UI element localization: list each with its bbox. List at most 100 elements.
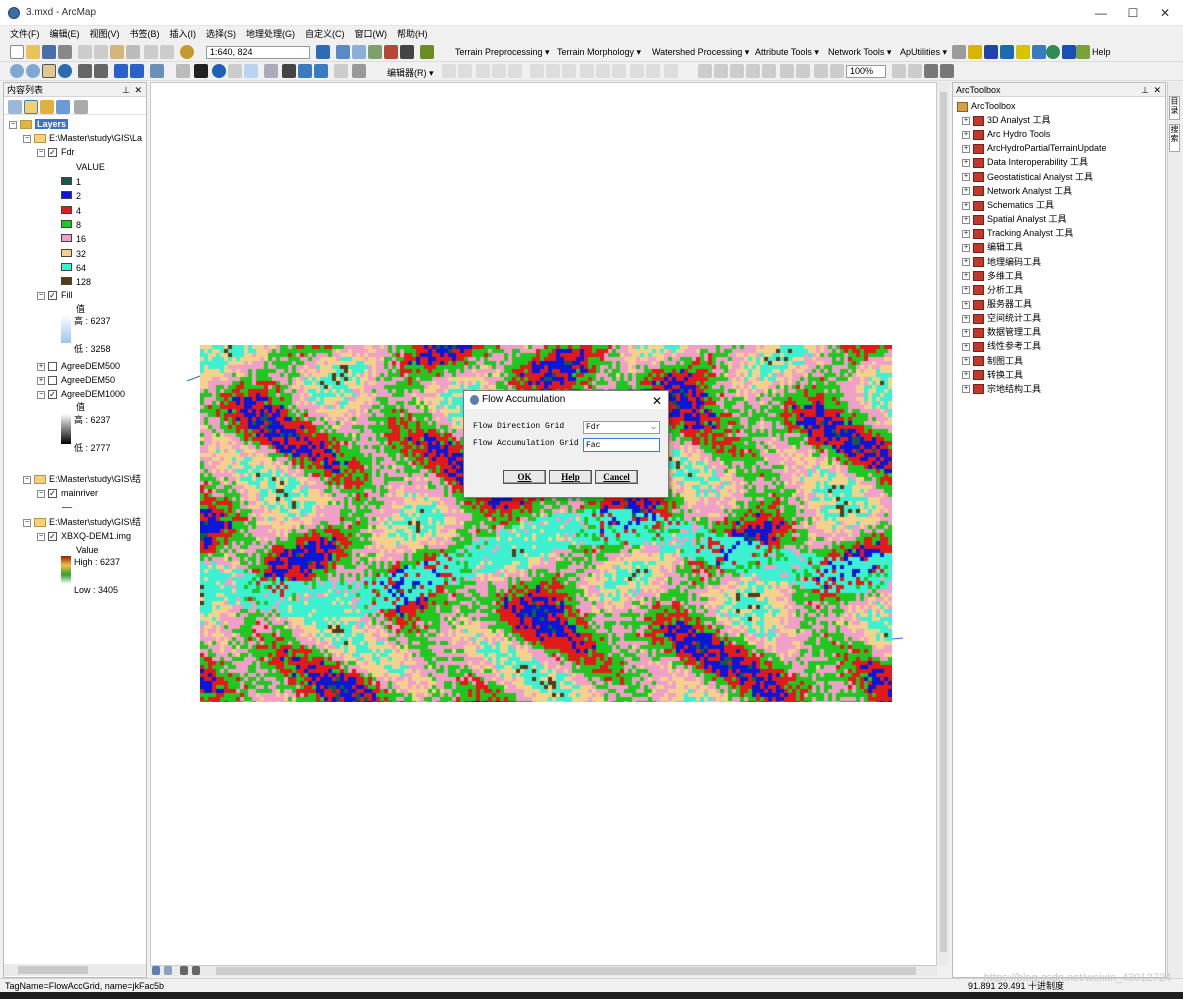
legend-swatch[interactable] [61, 277, 72, 286]
cut-icon[interactable] [78, 45, 92, 59]
menu-view[interactable]: 视图(V) [85, 26, 125, 42]
menu-customize[interactable]: 自定义(C) [300, 26, 350, 42]
expand-icon[interactable]: + [962, 144, 970, 153]
zoom-100-icon[interactable] [762, 64, 776, 78]
layer-visibility-checkbox[interactable]: ✓ [48, 489, 57, 499]
fixed-zoom-in-layout-icon[interactable] [780, 64, 794, 78]
toolbox-item[interactable]: + 宗地结构工具 [962, 383, 1041, 395]
pin-icon[interactable]: ⊥ [122, 83, 130, 97]
cut-polygons-icon[interactable] [562, 64, 576, 78]
zoom-whole-page-icon[interactable] [746, 64, 760, 78]
pencil-icon[interactable] [1076, 45, 1090, 59]
layout-zoom-combobox[interactable]: 100% [846, 65, 886, 78]
fixed-zoom-out-icon[interactable] [94, 64, 108, 78]
layer-visibility-checkbox[interactable]: ✓ [48, 390, 57, 400]
pin-icon[interactable]: ⊥ [1141, 83, 1149, 97]
expand-icon[interactable]: + [962, 357, 970, 366]
hyperlink-icon[interactable] [228, 64, 242, 78]
layout-zoom-in-icon[interactable] [698, 64, 712, 78]
layer-fill[interactable]: − ✓ Fill [37, 289, 73, 301]
watershed-processing-menu[interactable]: Watershed Processing ▾ [652, 47, 749, 58]
toolbox-item[interactable]: + Tracking Analyst 工具 [962, 227, 1073, 239]
menu-geoprocessing[interactable]: 地理处理(G) [241, 26, 300, 42]
add-data-icon[interactable] [180, 45, 194, 59]
legend-swatch[interactable] [61, 248, 72, 257]
trace-icon[interactable] [492, 64, 506, 78]
collapse-icon[interactable]: − [37, 532, 45, 541]
cancel-button[interactable]: Cancel [595, 470, 638, 484]
expand-icon[interactable]: + [962, 300, 970, 309]
map-display[interactable] [150, 82, 937, 966]
layer-agreedem50[interactable]: + AgreeDEM50 [37, 374, 115, 386]
expand-icon[interactable]: + [962, 258, 970, 267]
fixed-zoom-in-icon[interactable] [78, 64, 92, 78]
flow-direction-select[interactable]: Fdr ⌵ [583, 421, 660, 434]
find-route-icon[interactable] [298, 64, 312, 78]
expand-icon[interactable]: + [962, 328, 970, 337]
expand-icon[interactable]: + [962, 385, 970, 394]
network-tools-menu[interactable]: Network Tools ▾ [828, 47, 891, 58]
menu-windows[interactable]: 窗口(W) [350, 26, 393, 42]
arctoolbox-root[interactable]: ArcToolbox [957, 100, 1016, 112]
go-to-xy-icon[interactable] [314, 64, 328, 78]
zoom-out-icon[interactable] [26, 64, 40, 78]
catalog-window-icon[interactable] [352, 45, 366, 59]
pan-hand-icon[interactable] [42, 64, 56, 78]
map-scale-combobox[interactable]: 1:640, 824 [206, 46, 310, 59]
legend-swatch[interactable] [61, 262, 72, 271]
maximize-button[interactable]: ☐ [1118, 4, 1148, 22]
legend-swatch[interactable] [61, 191, 72, 200]
layout-select-icon[interactable] [664, 64, 678, 78]
crosshair-tool-icon[interactable] [1000, 45, 1014, 59]
collapse-icon[interactable]: − [37, 390, 45, 399]
toc-close-button[interactable]: ✕ [134, 83, 142, 97]
map-horizontal-scrollbar[interactable] [150, 966, 937, 976]
flow-path-tool-icon[interactable] [952, 45, 966, 59]
toolbox-item[interactable]: + Geostatistical Analyst 工具 [962, 171, 1093, 183]
open-folder-icon[interactable] [26, 45, 40, 59]
identify-icon[interactable] [212, 64, 226, 78]
collapse-icon[interactable]: − [37, 148, 45, 157]
flow-accumulation-input[interactable] [583, 438, 660, 452]
ok-button[interactable]: OK [503, 470, 546, 484]
expand-icon[interactable]: + [962, 130, 970, 139]
create-viewer-icon[interactable] [352, 64, 366, 78]
edit-tool-icon[interactable] [442, 64, 456, 78]
aputilities-menu[interactable]: ApUtilities ▾ [900, 47, 947, 58]
toolbox-item[interactable]: +3D Analyst 工具 [962, 114, 1051, 126]
editor-menu[interactable]: 编辑器(R) ▾ [387, 66, 434, 79]
list-by-source-icon[interactable] [24, 100, 38, 114]
full-extent-icon[interactable] [58, 64, 72, 78]
time-slider-icon[interactable] [334, 64, 348, 78]
attribute-tools-menu[interactable]: Attribute Tools ▾ [755, 47, 819, 58]
undo-icon[interactable] [144, 45, 158, 59]
toolbox-item[interactable]: + 地理编码工具 [962, 256, 1041, 268]
collapse-icon[interactable]: − [23, 518, 31, 527]
toc-options-icon[interactable] [74, 100, 88, 114]
layers-root-row[interactable]: − Layers [9, 118, 69, 130]
clear-selection-icon[interactable] [176, 64, 190, 78]
globe-icon[interactable] [1046, 45, 1060, 59]
minimize-button[interactable]: — [1086, 4, 1116, 22]
model-builder-icon[interactable] [420, 45, 434, 59]
terrain-preprocessing-menu[interactable]: Terrain Preprocessing ▾ [455, 47, 550, 58]
edit-annotation-icon[interactable] [458, 64, 472, 78]
layers-root-label[interactable]: Layers [35, 119, 69, 129]
toolbox-item[interactable]: + Spatial Analyst 工具 [962, 213, 1067, 225]
toolbox-item[interactable]: + Network Analyst 工具 [962, 185, 1072, 197]
select-elements-arrow-icon[interactable] [194, 64, 208, 78]
go-back-extent-layout-icon[interactable] [814, 64, 828, 78]
dialog-close-button[interactable]: ✕ [652, 392, 662, 410]
expand-icon[interactable]: + [962, 173, 970, 182]
toolbox-item[interactable]: + 制图工具 [962, 355, 1023, 367]
menu-file[interactable]: 文件(F) [5, 26, 45, 42]
toolbox-item[interactable]: + 服务器工具 [962, 298, 1032, 310]
sketch-properties-icon[interactable] [630, 64, 644, 78]
expand-icon[interactable]: + [962, 159, 970, 168]
batch-point-icon[interactable] [984, 45, 998, 59]
archydro-help-menu[interactable]: Help [1092, 47, 1111, 57]
expand-icon[interactable]: + [962, 215, 970, 224]
toolbox-item[interactable]: + 编辑工具 [962, 241, 1023, 253]
back-extent-icon[interactable] [114, 64, 128, 78]
data-view-icon[interactable] [152, 966, 160, 975]
